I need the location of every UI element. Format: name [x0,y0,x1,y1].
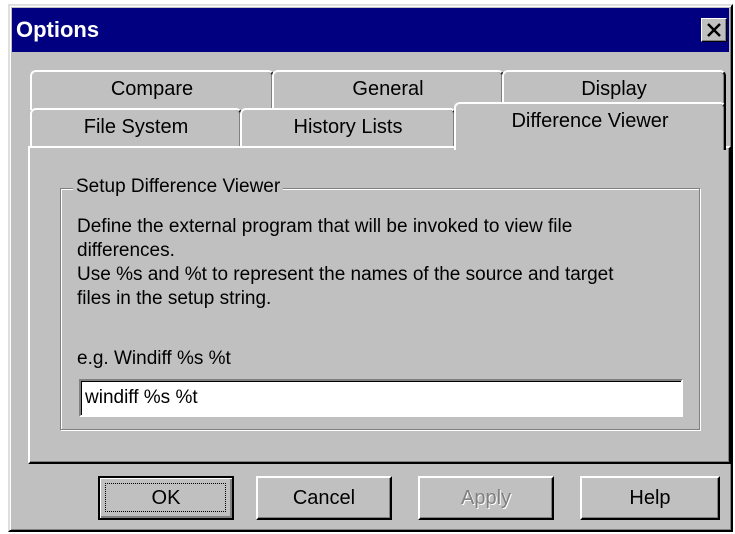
help-button-label: Help [629,487,671,509]
tab-history-lists-label: History Lists [293,116,403,138]
tab-compare-label: Compare [110,78,194,100]
focus-rectangle [105,483,226,512]
description-line-1: Define the external program that will be… [77,216,573,237]
setup-string-input[interactable] [79,379,683,417]
setup-groupbox: Setup Difference Viewer Define the exter… [60,175,700,430]
ok-button[interactable]: OK [98,476,234,520]
apply-button-label: Apply [460,487,512,509]
close-button[interactable] [701,18,727,42]
tab-file-system[interactable]: File System [30,108,242,148]
tab-display-label: Display [581,78,647,100]
group-legend: Setup Difference Viewer [73,175,284,199]
example-label: e.g. Windiff %s %t [77,348,231,369]
help-button[interactable]: Help [580,476,720,520]
description-line-3: Use %s and %t to represent the names of … [77,264,614,285]
tab-general-label: General [352,78,424,100]
tab-history-lists[interactable]: History Lists [240,108,456,148]
close-icon [707,23,721,37]
tab-file-system-label: File System [83,116,189,138]
cancel-button[interactable]: Cancel [256,476,392,520]
title-bar[interactable]: Options [12,8,729,52]
description-line-2: differences. [77,240,175,261]
tab-compare[interactable]: Compare [30,70,274,110]
apply-button[interactable]: Apply [418,476,554,520]
tab-difference-viewer-label: Difference Viewer [511,110,669,132]
window-title: Options [16,17,100,42]
cancel-button-label: Cancel [292,487,356,509]
tab-difference-viewer[interactable]: Difference Viewer [454,102,726,150]
group-description: Define the external program that will be… [77,215,687,311]
difference-viewer-panel: Setup Difference Viewer Define the exter… [28,146,731,464]
options-dialog: Options Compare General Display File Sys… [8,4,733,532]
description-line-4: files in the setup string. [77,288,272,309]
